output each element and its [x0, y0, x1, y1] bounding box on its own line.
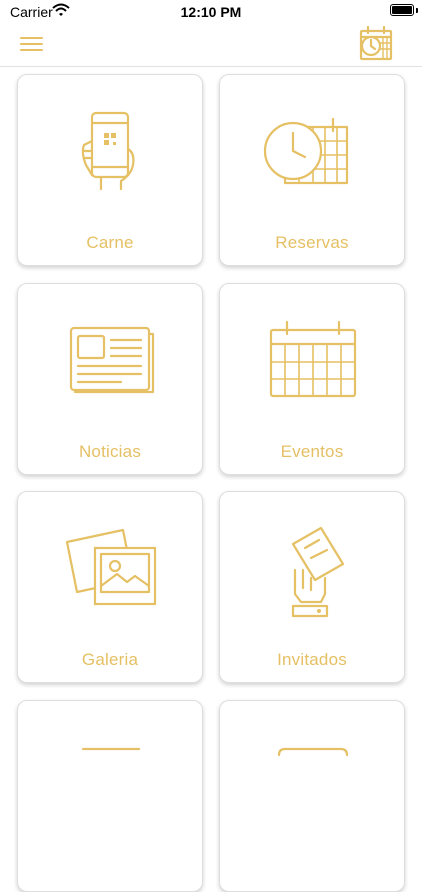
menu-card-label: Eventos: [280, 442, 344, 461]
partial-icon: [277, 747, 349, 757]
nav-bar: [0, 24, 422, 67]
menu-card-eventos[interactable]: Eventos: [219, 283, 405, 475]
menu-card-partial-left[interactable]: [17, 700, 203, 892]
clock-calendar-icon: [263, 117, 349, 185]
partial-icon: [81, 747, 141, 751]
battery-cap: [416, 8, 418, 13]
menu-card-label: Galeria: [81, 650, 139, 669]
menu-card-partial-right[interactable]: [219, 700, 405, 892]
calendar-icon: [269, 320, 357, 398]
hamburger-menu-icon[interactable]: [16, 30, 48, 58]
menu-card-label: Carne: [86, 233, 134, 252]
menu-card-label: Reservas: [275, 233, 349, 252]
menu-card-galeria[interactable]: Galeria: [17, 491, 203, 683]
status-bar: Carrier 12:10 PM: [0, 0, 422, 24]
menu-card-carne[interactable]: Carne: [17, 74, 203, 266]
phone-qr-icon: [81, 111, 135, 191]
menu-card-invitados[interactable]: Invitados: [219, 491, 405, 683]
calendar-clock-icon[interactable]: [357, 25, 395, 63]
newspaper-icon: [69, 326, 155, 394]
menu-card-noticias[interactable]: Noticias: [17, 283, 203, 475]
photo-gallery-icon: [65, 528, 157, 606]
clock-time: 12:10 PM: [180, 4, 242, 20]
menu-card-label: Noticias: [78, 442, 142, 461]
battery-icon: [390, 4, 414, 16]
hand-ticket-icon: [291, 526, 345, 618]
menu-card-label: Invitados: [277, 650, 347, 669]
menu-card-reservas[interactable]: Reservas: [219, 74, 405, 266]
